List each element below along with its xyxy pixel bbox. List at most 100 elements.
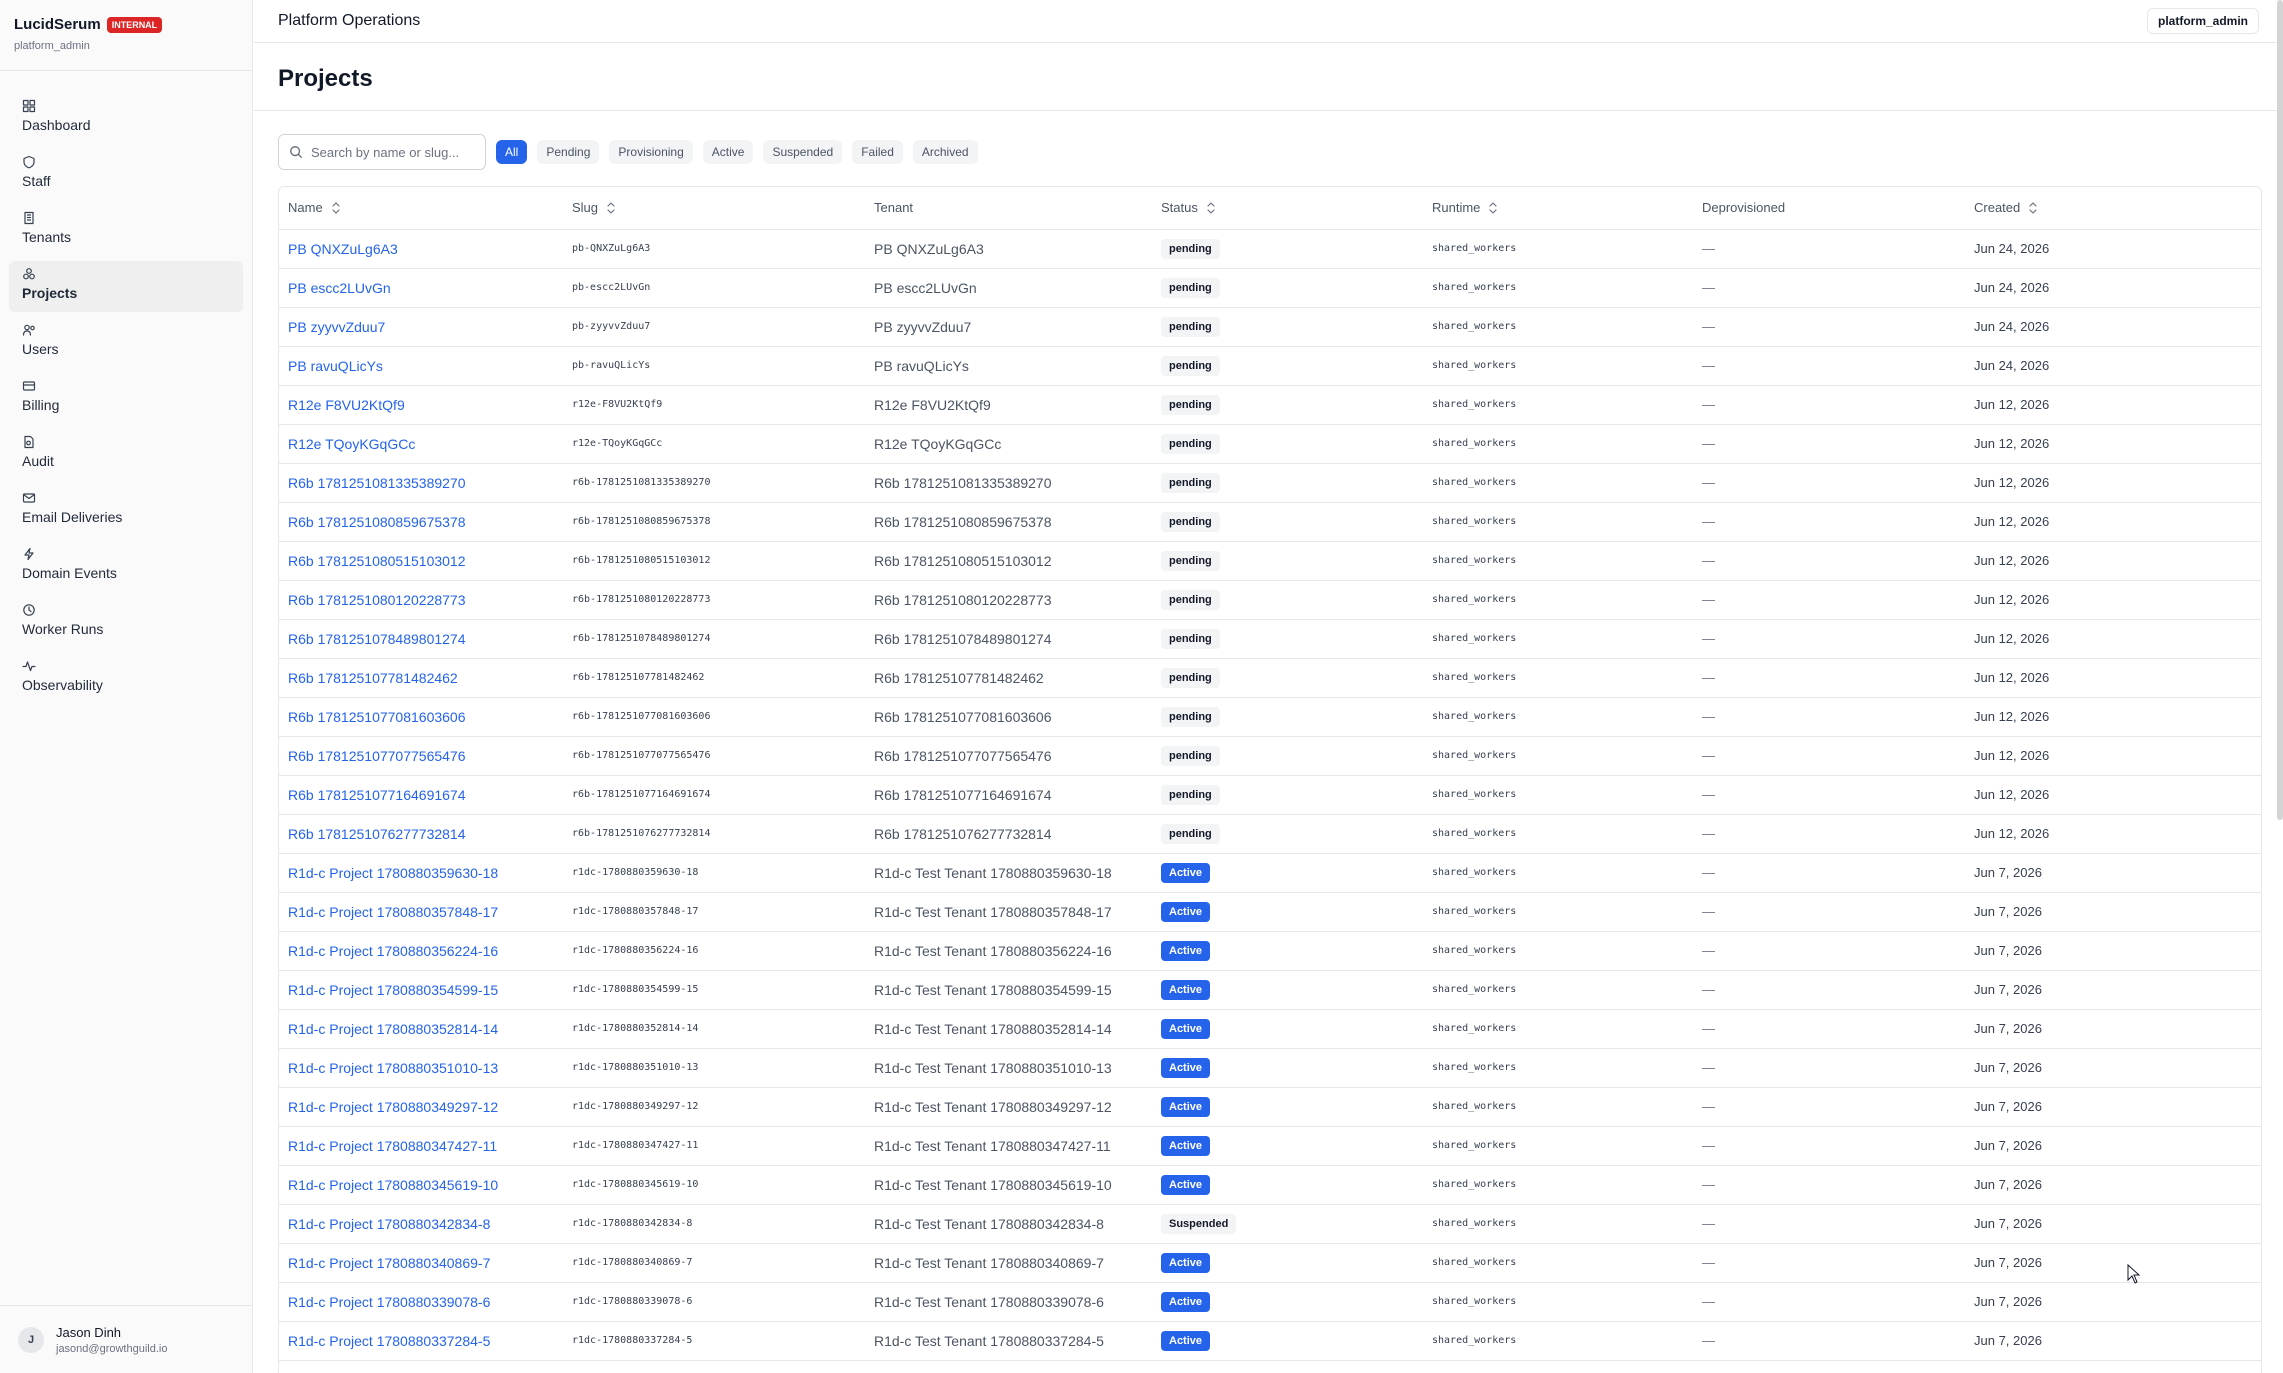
status-badge: pending: [1161, 667, 1220, 688]
project-runtime: shared_workers: [1423, 1321, 1693, 1361]
table-row[interactable]: R1d-c Project 1780880349297-12 r1dc-17808…: [279, 1087, 2261, 1127]
sidebar-item-observability[interactable]: Observability: [9, 653, 243, 704]
table-row[interactable]: R12e F8VU2KtQf9 r12e-F8VU2KtQf9 R12e F8VU2…: [279, 385, 2261, 425]
project-name-link[interactable]: R1d-c Project 1780880342834-8: [279, 1204, 563, 1244]
table-row[interactable]: R1d-c Project 1780880352814-14 r1dc-17808…: [279, 1009, 2261, 1049]
sidebar-item-staff[interactable]: Staff: [9, 149, 243, 200]
sidebar-item-worker-runs[interactable]: Worker Runs: [9, 597, 243, 648]
table-row[interactable]: R1d-c Project 1780880359630-18 r1dc-17808…: [279, 853, 2261, 893]
filter-chip-pending[interactable]: Pending: [537, 140, 600, 164]
filter-chip-failed[interactable]: Failed: [852, 140, 903, 164]
project-name-link[interactable]: R1d-c Project 1780880359630-18: [279, 853, 563, 893]
project-name-link[interactable]: R6b 1781251080859675378: [279, 502, 563, 542]
status-badge: Active: [1161, 979, 1211, 1000]
project-name-link[interactable]: R1d-c Project 1780880354599-15: [279, 970, 563, 1010]
table-row[interactable]: R1d-c Project 1780880354599-15 r1dc-17808…: [279, 970, 2261, 1010]
table-row[interactable]: R6b 1781251078489801274 r6b-1781251078489…: [279, 619, 2261, 659]
project-name-link[interactable]: R6b 1781251077077565476: [279, 736, 563, 776]
table-row[interactable]: R1d-c Project 1780880357848-17 r1dc-17808…: [279, 892, 2261, 932]
table-row[interactable]: PB ravuQLicYs pb-ravuQLicYs PB ravuQLicYs p…: [279, 346, 2261, 386]
project-name-link[interactable]: R6b 1781251080120228773: [279, 580, 563, 620]
project-name-link[interactable]: R1d-c Project 1780880339078-6: [279, 1282, 563, 1322]
project-name-link[interactable]: R6b 1781251076277732814: [279, 814, 563, 854]
table-row[interactable]: R6b 1781251080515103012 r6b-1781251080515…: [279, 541, 2261, 581]
filter-chip-archived[interactable]: Archived: [912, 140, 978, 164]
project-name-link[interactable]: R6b 1781251077164691674: [279, 775, 563, 815]
table-row[interactable]: R1d-c Project 1780880339078-6 r1dc-178088…: [279, 1282, 2261, 1322]
sidebar-item-domain-events[interactable]: Domain Events: [9, 541, 243, 592]
project-name-link[interactable]: R6b 1781251078489801274: [279, 619, 563, 659]
table-row[interactable]: R1d-c Project 1780880356224-16 r1dc-17808…: [279, 931, 2261, 971]
project-runtime: shared_workers: [1423, 502, 1693, 542]
table-row[interactable]: R6b 1781251081335389270 r6b-1781251081335…: [279, 463, 2261, 503]
project-deprovisioned: —: [1693, 1321, 1965, 1361]
sort-icon[interactable]: [606, 201, 616, 215]
project-name-link[interactable]: R1d-c Project 1780880340869-7: [279, 1243, 563, 1283]
table-row[interactable]: R6b 1781251080120228773 r6b-1781251080120…: [279, 580, 2261, 620]
table-row[interactable]: R1d-c Project 1780880345619-10 r1dc-17808…: [279, 1165, 2261, 1205]
project-name-link[interactable]: PB zyyvvZduu7: [279, 307, 563, 347]
scrollbar-thumb[interactable]: [2277, 0, 2283, 820]
table-row[interactable]: R6b 1781251077081603606 r6b-1781251077081…: [279, 697, 2261, 737]
table-row[interactable]: R1d-c Project 1780880342834-8 r1dc-178088…: [279, 1204, 2261, 1244]
column-header-created[interactable]: Created: [1965, 187, 2261, 230]
column-header-content: Status: [1161, 200, 1216, 215]
role-pill[interactable]: platform_admin: [2146, 8, 2259, 34]
sort-icon[interactable]: [331, 201, 341, 215]
column-header-name[interactable]: Name: [279, 187, 563, 230]
project-name-link[interactable]: R1d-c Project 1780880345619-10: [279, 1165, 563, 1205]
column-header-runtime[interactable]: Runtime: [1423, 187, 1693, 230]
table-row[interactable]: R6b 1781251077077565476 r6b-1781251077077…: [279, 736, 2261, 776]
search-input[interactable]: [311, 144, 471, 160]
user-profile[interactable]: J Jason Dinh jasond@growthguild.io: [0, 1305, 252, 1373]
filter-chip-active[interactable]: Active: [702, 140, 754, 164]
project-name-link[interactable]: R6b 1781251080515103012: [279, 541, 563, 581]
sidebar-item-billing[interactable]: Billing: [9, 373, 243, 424]
sidebar-item-users[interactable]: Users: [9, 317, 243, 368]
table-row[interactable]: R1d-c Project 1780880340869-7 r1dc-178088…: [279, 1243, 2261, 1283]
sidebar-item-projects[interactable]: Projects: [9, 261, 243, 312]
user-info: Jason Dinh jasond@growthguild.io: [56, 1325, 167, 1355]
table-row[interactable]: R6b 1781251077164691674 r6b-1781251077164…: [279, 775, 2261, 815]
sort-icon[interactable]: [2028, 201, 2038, 215]
filter-chip-suspended[interactable]: Suspended: [763, 140, 843, 164]
table-row[interactable]: PB escc2LUvGn pb-escc2LUvGn PB escc2LUvGn p…: [279, 268, 2261, 308]
table-row[interactable]: R1d-c Project 1780880337284-5 r1dc-178088…: [279, 1321, 2261, 1361]
project-name-link[interactable]: PB QNXZuLg6A3: [279, 229, 563, 269]
sidebar-item-audit[interactable]: Audit: [9, 429, 243, 480]
search-box[interactable]: [278, 134, 486, 170]
project-name-link[interactable]: R12e TQoyKGqGCc: [279, 424, 563, 464]
project-name-link[interactable]: R12e F8VU2KtQf9: [279, 385, 563, 425]
sort-icon[interactable]: [1206, 201, 1216, 215]
project-name-link[interactable]: R1d-c Project 1780880349297-12: [279, 1087, 563, 1127]
sidebar-item-dashboard[interactable]: Dashboard: [9, 93, 243, 144]
project-tenant: PB QNXZuLg6A3: [865, 229, 1152, 269]
project-name-link[interactable]: R1d-c Project 1780880351010-13: [279, 1048, 563, 1088]
filter-chip-provisioning[interactable]: Provisioning: [609, 140, 693, 164]
project-name-link[interactable]: R1d-c Project 1780880347427-11: [279, 1126, 563, 1166]
table-row[interactable]: PB QNXZuLg6A3 pb-QNXZuLg6A3 PB QNXZuLg6A3 p…: [279, 229, 2261, 269]
project-name-link[interactable]: R1d-c Project 1780880357848-17: [279, 892, 563, 932]
project-name-link[interactable]: R6b 178125107781482462: [279, 658, 563, 698]
table-row[interactable]: R6b 1781251076277732814 r6b-1781251076277…: [279, 814, 2261, 854]
table-row[interactable]: R1d-c Project 1780880347427-11 r1dc-17808…: [279, 1126, 2261, 1166]
project-name-link[interactable]: R1d-c Project 1780880352814-14: [279, 1009, 563, 1049]
project-name-link[interactable]: PB escc2LUvGn: [279, 268, 563, 308]
project-name-link[interactable]: PB ravuQLicYs: [279, 346, 563, 386]
project-name-link[interactable]: R6b 1781251081335389270: [279, 463, 563, 503]
column-header-slug[interactable]: Slug: [563, 187, 865, 230]
filter-chip-all[interactable]: All: [496, 140, 528, 164]
project-tenant: R1d-c Test Tenant 1780880342834-8: [865, 1204, 1152, 1244]
sidebar-item-email-deliveries[interactable]: Email Deliveries: [9, 485, 243, 536]
project-name-link[interactable]: R6b 1781251077081603606: [279, 697, 563, 737]
table-row[interactable]: R12e TQoyKGqGCc r12e-TQoyKGqGCc R12e TQoyK…: [279, 424, 2261, 464]
column-header-status[interactable]: Status: [1152, 187, 1423, 230]
project-name-link[interactable]: R1d-c Project 1780880356224-16: [279, 931, 563, 971]
table-row[interactable]: R1d-c Project 1780880351010-13 r1dc-17808…: [279, 1048, 2261, 1088]
table-row[interactable]: PB zyyvvZduu7 pb-zyyvvZduu7 PB zyyvvZduu7 p…: [279, 307, 2261, 347]
sort-icon[interactable]: [1488, 201, 1498, 215]
sidebar-item-tenants[interactable]: Tenants: [9, 205, 243, 256]
project-name-link[interactable]: R1d-c Project 1780880337284-5: [279, 1321, 563, 1361]
table-row[interactable]: R6b 1781251080859675378 r6b-1781251080859…: [279, 502, 2261, 542]
table-row[interactable]: R6b 178125107781482462 r6b-17812510778148…: [279, 658, 2261, 698]
